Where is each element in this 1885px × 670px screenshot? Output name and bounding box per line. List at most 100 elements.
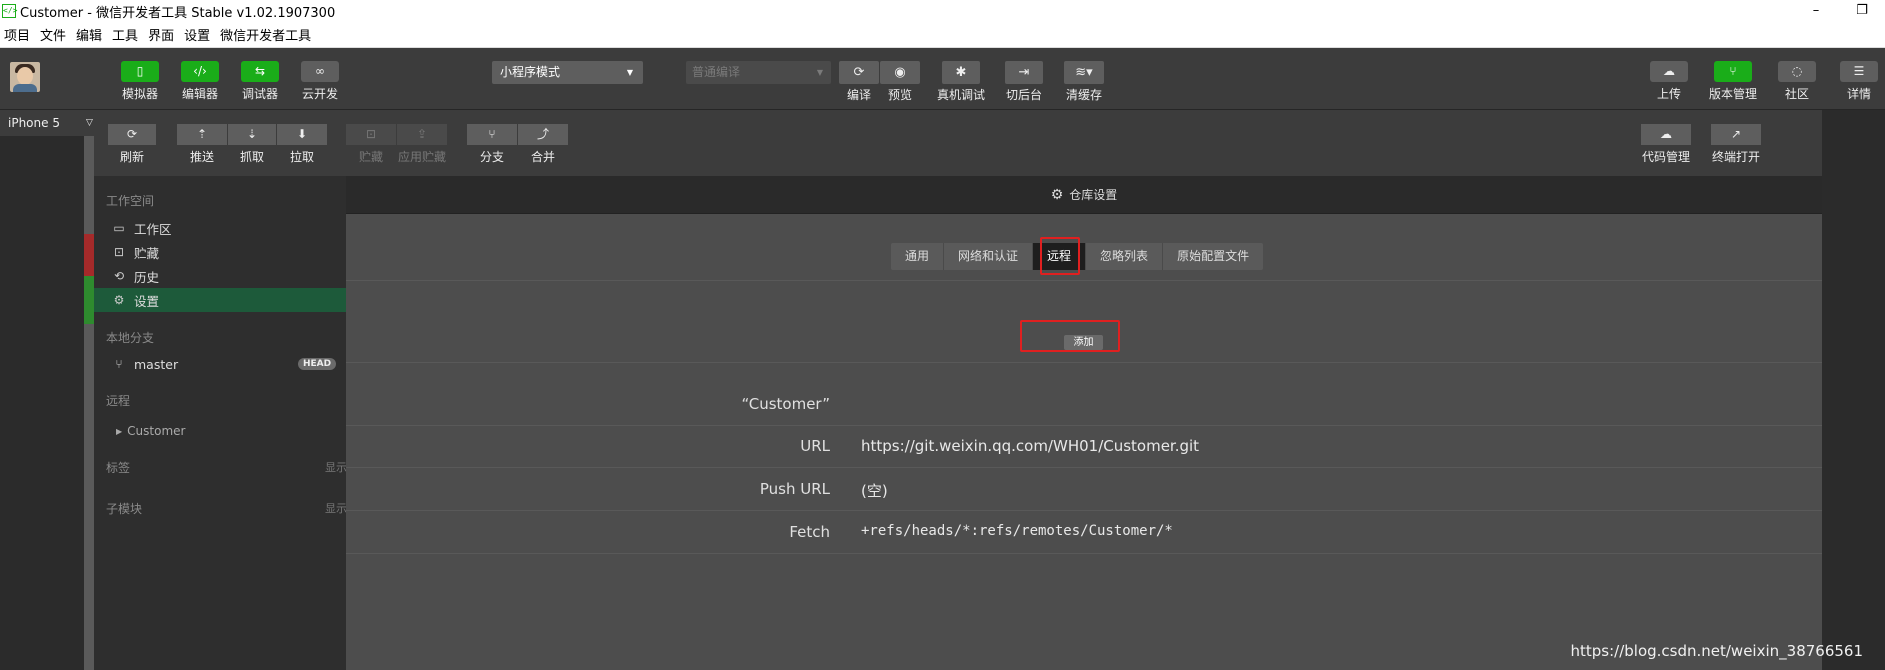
caret-right-icon: ▶ [116, 426, 123, 436]
push-button[interactable]: ⇡ 推送 [177, 124, 227, 165]
caret-down-icon: ▼ [816, 68, 823, 77]
chat-icon: ◌ [1778, 61, 1816, 82]
tab-remote-highlight [1040, 237, 1080, 275]
simulator-button[interactable]: ▯ 模拟器 [110, 61, 170, 102]
tab-ignore-list[interactable]: 忽略列表 [1086, 243, 1164, 270]
cloud-dev-button[interactable]: ∞ 云开发 [290, 61, 350, 102]
tags-show-link[interactable]: 显示 [325, 459, 347, 475]
menu-icon: ☰ [1840, 61, 1878, 82]
phone-icon: ▯ [121, 61, 159, 82]
preview-button[interactable]: ◉ [880, 61, 920, 84]
avatar[interactable] [10, 62, 40, 92]
url-label: URL [800, 437, 830, 455]
switch-icon: ⇥ [1018, 65, 1030, 80]
restore-button[interactable]: ❐ [1839, 0, 1885, 22]
branch-icon: ⑂ [1714, 61, 1752, 82]
submodule-show-link[interactable]: 显示 [325, 500, 347, 516]
submodule-heading: 子模块 显示 [106, 502, 347, 516]
menu-devtools[interactable]: 微信开发者工具 [216, 25, 317, 44]
settings-header: ⚙ 仓库设置 [346, 176, 1822, 214]
mode-select[interactable]: 小程序模式 ▼ [492, 61, 643, 84]
sidebar-item-workspace[interactable]: ▭ 工作区 [94, 216, 346, 240]
branch-button[interactable]: ⑂ 分支 [467, 124, 517, 165]
watermark: https://blog.csdn.net/weixin_38766561 [1570, 642, 1863, 660]
compile-button[interactable]: ⟳ [839, 61, 879, 84]
menu-tools[interactable]: 工具 [108, 25, 144, 44]
divider [346, 467, 1822, 468]
cloud-link-icon: ∞ [301, 61, 339, 82]
bug-icon: ✱ [955, 65, 967, 80]
push-icon: ⇡ [177, 124, 227, 145]
compile-label: 编译 [846, 88, 871, 102]
branch-item-master[interactable]: ⑂ master HEAD [94, 352, 346, 376]
fetch-icon: ⇣ [228, 124, 276, 145]
tags-heading: 标签 显示 [106, 461, 347, 475]
stash-icon: ⊡ [346, 124, 396, 145]
tab-general[interactable]: 通用 [891, 243, 945, 270]
apply-stash-icon: ⇪ [397, 124, 447, 145]
sidebar-item-settings[interactable]: ⚙ 设置 [94, 288, 346, 312]
gear-icon: ⚙ [113, 293, 125, 307]
clear-cache-button[interactable]: ≋▾ [1064, 61, 1104, 84]
push-url-label: Push URL [759, 480, 830, 498]
push-url-value[interactable]: (空) [861, 480, 888, 501]
stash-icon: ⊡ [113, 245, 125, 259]
refresh-icon: ⟳ [108, 124, 156, 145]
workspace-heading: 工作空间 [106, 194, 155, 208]
url-value[interactable]: https://git.weixin.qq.com/WH01/Customer.… [861, 437, 1199, 455]
divider [346, 510, 1822, 511]
external-link-icon: ↗ [1711, 124, 1761, 145]
merge-button[interactable]: ⤴ 合并 [518, 124, 568, 165]
preview-label: 预览 [887, 88, 912, 102]
remote-debug-button[interactable]: ✱ [942, 61, 980, 84]
stash-button[interactable]: ⊡ 贮藏 [346, 124, 396, 165]
minimize-button[interactable]: – [1793, 0, 1839, 22]
code-mgmt-button[interactable]: ☁ 代码管理 [1641, 124, 1691, 165]
menu-settings[interactable]: 设置 [180, 25, 216, 44]
compile-mode-select[interactable]: 普通编译 ▼ [686, 61, 831, 84]
device-select[interactable]: iPhone 5 ▽ [0, 110, 95, 136]
apply-stash-button[interactable]: ⇪ 应用贮藏 [397, 124, 447, 165]
divider [346, 553, 1822, 554]
menu-view[interactable]: 界面 [144, 25, 180, 44]
background-button[interactable]: ⇥ [1005, 61, 1043, 84]
menu-edit[interactable]: 编辑 [72, 25, 108, 44]
page-title: 仓库设置 [1069, 188, 1118, 202]
pull-icon: ⬇ [277, 124, 327, 145]
branch-icon: ⑂ [115, 357, 123, 371]
details-button[interactable]: ☰ 详情 [1829, 61, 1885, 102]
menu-file[interactable]: 文件 [36, 25, 72, 44]
head-badge: HEAD [298, 358, 337, 370]
menu-project[interactable]: 项目 [0, 25, 36, 44]
divider [346, 425, 1822, 426]
tab-network-auth[interactable]: 网络和认证 [944, 243, 1034, 270]
merge-icon: ⤴ [518, 124, 568, 145]
sidebar-item-history[interactable]: ⟲ 历史 [94, 264, 346, 288]
menu-bar: 项目 文件 编辑 工具 界面 设置 微信开发者工具 [0, 22, 1885, 48]
pull-button[interactable]: ⬇ 拉取 [277, 124, 327, 165]
fetch-button[interactable]: ⇣ 抓取 [228, 124, 276, 165]
refresh-button[interactable]: ⟳ 刷新 [108, 124, 156, 165]
code-icon: ‹/› [181, 61, 219, 82]
fetch-value[interactable]: +refs/heads/*:refs/remotes/Customer/* [861, 523, 1173, 539]
refresh-icon: ⟳ [853, 65, 865, 80]
terminal-button[interactable]: ↗ 终端打开 [1711, 124, 1761, 165]
upload-button[interactable]: ☁ 上传 [1639, 61, 1699, 102]
sidebar-item-stash[interactable]: ⊡ 贮藏 [94, 240, 346, 264]
tab-raw-config[interactable]: 原始配置文件 [1163, 243, 1263, 270]
git-sidebar: 工作空间 ▭ 工作区 ⊡ 贮藏 ⟲ 历史 ⚙ 设置 本地分支 ⑂ master HEAD … [94, 176, 347, 670]
branch-icon: ⑂ [467, 124, 517, 145]
debug-icon: ⇆ [241, 61, 279, 82]
gear-icon: ⚙ [1050, 186, 1064, 203]
clear-cache-label: 清缓存 [1065, 88, 1102, 102]
editor-button[interactable]: ‹/› 编辑器 [170, 61, 230, 102]
add-button-highlight [1020, 320, 1120, 352]
debugger-button[interactable]: ⇆ 调试器 [230, 61, 290, 102]
history-icon: ⟲ [113, 269, 125, 283]
community-button[interactable]: ◌ 社区 [1767, 61, 1827, 102]
window-title: Customer - 微信开发者工具 Stable v1.02.1907300 [20, 5, 336, 21]
remote-name: “Customer” [741, 395, 831, 413]
version-mgmt-button[interactable]: ⑂ 版本管理 [1703, 61, 1763, 102]
chevron-down-icon: ▽ [86, 118, 93, 128]
caret-down-icon: ▼ [626, 68, 633, 77]
